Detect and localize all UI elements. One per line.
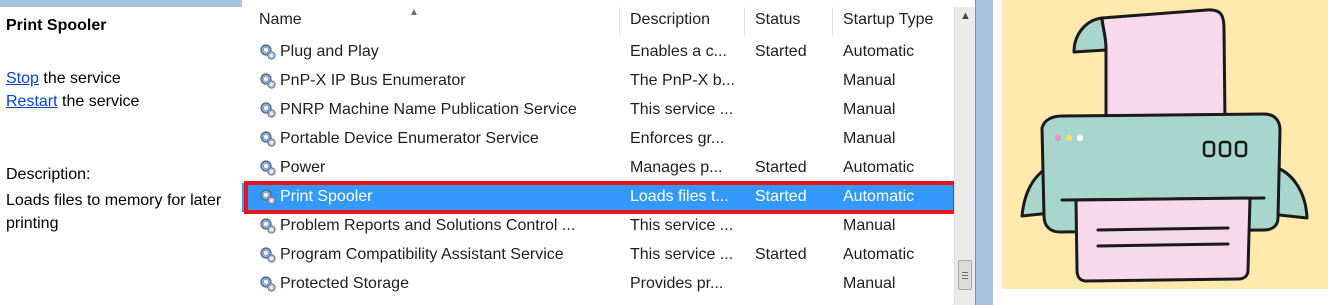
service-name-cell: Power (280, 159, 326, 176)
gear-icon (259, 159, 277, 177)
service-status-cell: Started (755, 246, 807, 263)
service-startup-type-cell: Manual (843, 130, 896, 147)
gear-icon (259, 246, 277, 264)
panel-top-strip (0, 0, 242, 7)
restart-service-link[interactable]: Restart (6, 93, 58, 110)
service-description-cell: Enforces gr... (630, 130, 725, 147)
service-description-cell: Enables a c... (630, 43, 727, 60)
paper-line (1096, 226, 1230, 232)
service-description-cell: Loads files t... (630, 188, 729, 205)
service-startup-type-cell: Manual (843, 72, 896, 89)
service-status-cell: Started (755, 43, 807, 60)
description-label: Description: (6, 166, 91, 183)
indicator-light (1066, 135, 1072, 141)
services-list: ▲ Name Description Status Startup Type P… (242, 0, 975, 305)
service-startup-type-cell: Automatic (843, 188, 915, 205)
column-separator[interactable] (619, 7, 620, 36)
printer-illustration (1020, 8, 1309, 283)
scroll-up-arrow-icon[interactable]: ▲ (960, 10, 971, 22)
service-startup-type-cell: Manual (843, 101, 896, 118)
service-status-cell: Started (755, 159, 807, 176)
service-row[interactable]: Portable Device Enumerator Service Enforc… (242, 125, 954, 154)
gear-icon (259, 130, 277, 148)
window-frame-border (975, 0, 993, 305)
service-row[interactable]: Power Manages p... Started Automatic (242, 154, 954, 183)
gear-icon (259, 72, 277, 90)
restart-action-text: the service (57, 93, 140, 110)
scroll-thumb[interactable] (958, 260, 972, 290)
gear-icon (259, 43, 277, 61)
indicator-light (1055, 135, 1061, 141)
service-row[interactable]: Problem Reports and Solutions Control ..… (242, 212, 954, 241)
stop-service-link[interactable]: Stop (6, 70, 39, 87)
indicator-light (1077, 135, 1083, 141)
illustration-background (1002, 0, 1328, 289)
column-header-description[interactable]: Description (630, 11, 710, 29)
service-startup-type-cell: Automatic (843, 159, 915, 176)
service-status-cell: Started (755, 188, 807, 205)
service-row[interactable]: Print Spooler Loads files t... Started Auto… (242, 183, 954, 212)
service-startup-type-cell: Manual (843, 275, 896, 292)
service-description-cell: This service ... (630, 217, 734, 234)
column-header-row: ▲ Name Description Status Startup Type (242, 7, 954, 36)
paper-fold (1072, 16, 1108, 54)
paper-line (1096, 242, 1230, 248)
service-name-cell: Protected Storage (280, 275, 409, 292)
restart-action: Restart the service (6, 93, 139, 111)
vertical-scrollbar[interactable]: ▲ (954, 7, 975, 305)
stop-action-text: the service (38, 70, 121, 87)
column-header-startup-type[interactable]: Startup Type (843, 11, 933, 29)
service-row[interactable]: PNRP Machine Name Publication Service Thi… (242, 96, 954, 125)
paper-top (1100, 8, 1227, 124)
service-description-cell: Provides pr... (630, 275, 724, 292)
service-name-cell: Program Compatibility Assistant Service (280, 246, 564, 263)
service-name-cell: Portable Device Enumerator Service (280, 130, 539, 147)
gear-icon (259, 275, 277, 293)
service-row[interactable]: Program Compatibility Assistant Service T… (242, 241, 954, 270)
service-row[interactable]: Plug and Play Enables a c... Started Automa… (242, 38, 954, 67)
gear-icon (259, 217, 277, 235)
service-name-cell: PNRP Machine Name Publication Service (280, 101, 577, 118)
description-text: Loads files to memory for later printing (6, 192, 222, 232)
column-header-name[interactable]: Name (259, 11, 302, 29)
stop-action: Stop the service (6, 70, 121, 88)
service-title: Print Spooler (6, 17, 107, 34)
service-description-cell: This service ... (630, 246, 734, 263)
service-description-cell: This service ... (630, 101, 734, 118)
service-name-cell: Plug and Play (280, 43, 379, 60)
service-name-cell: PnP-X IP Bus Enumerator (280, 72, 466, 89)
illustration-panel (996, 0, 1328, 305)
gear-icon (259, 101, 277, 119)
service-details-panel: Print Spooler Stop the service Restart t… (0, 0, 242, 305)
service-row[interactable]: PnP-X IP Bus Enumerator The PnP-X b... Man… (242, 67, 954, 96)
service-name-cell: Problem Reports and Solutions Control ..… (280, 217, 576, 234)
service-startup-type-cell: Manual (843, 217, 896, 234)
service-description-cell: The PnP-X b... (630, 72, 735, 89)
gear-icon (259, 188, 277, 206)
column-separator[interactable] (832, 7, 833, 36)
service-name-cell: Print Spooler (280, 188, 373, 205)
sort-ascending-icon: ▲ (409, 7, 419, 18)
service-description-cell: Manages p... (630, 159, 723, 176)
service-row[interactable]: Protected Storage Provides pr... Manual (242, 270, 954, 299)
service-startup-type-cell: Automatic (843, 246, 915, 263)
output-paper (1074, 196, 1252, 283)
column-header-status[interactable]: Status (755, 11, 800, 29)
service-startup-type-cell: Automatic (843, 43, 915, 60)
column-separator[interactable] (744, 7, 745, 36)
